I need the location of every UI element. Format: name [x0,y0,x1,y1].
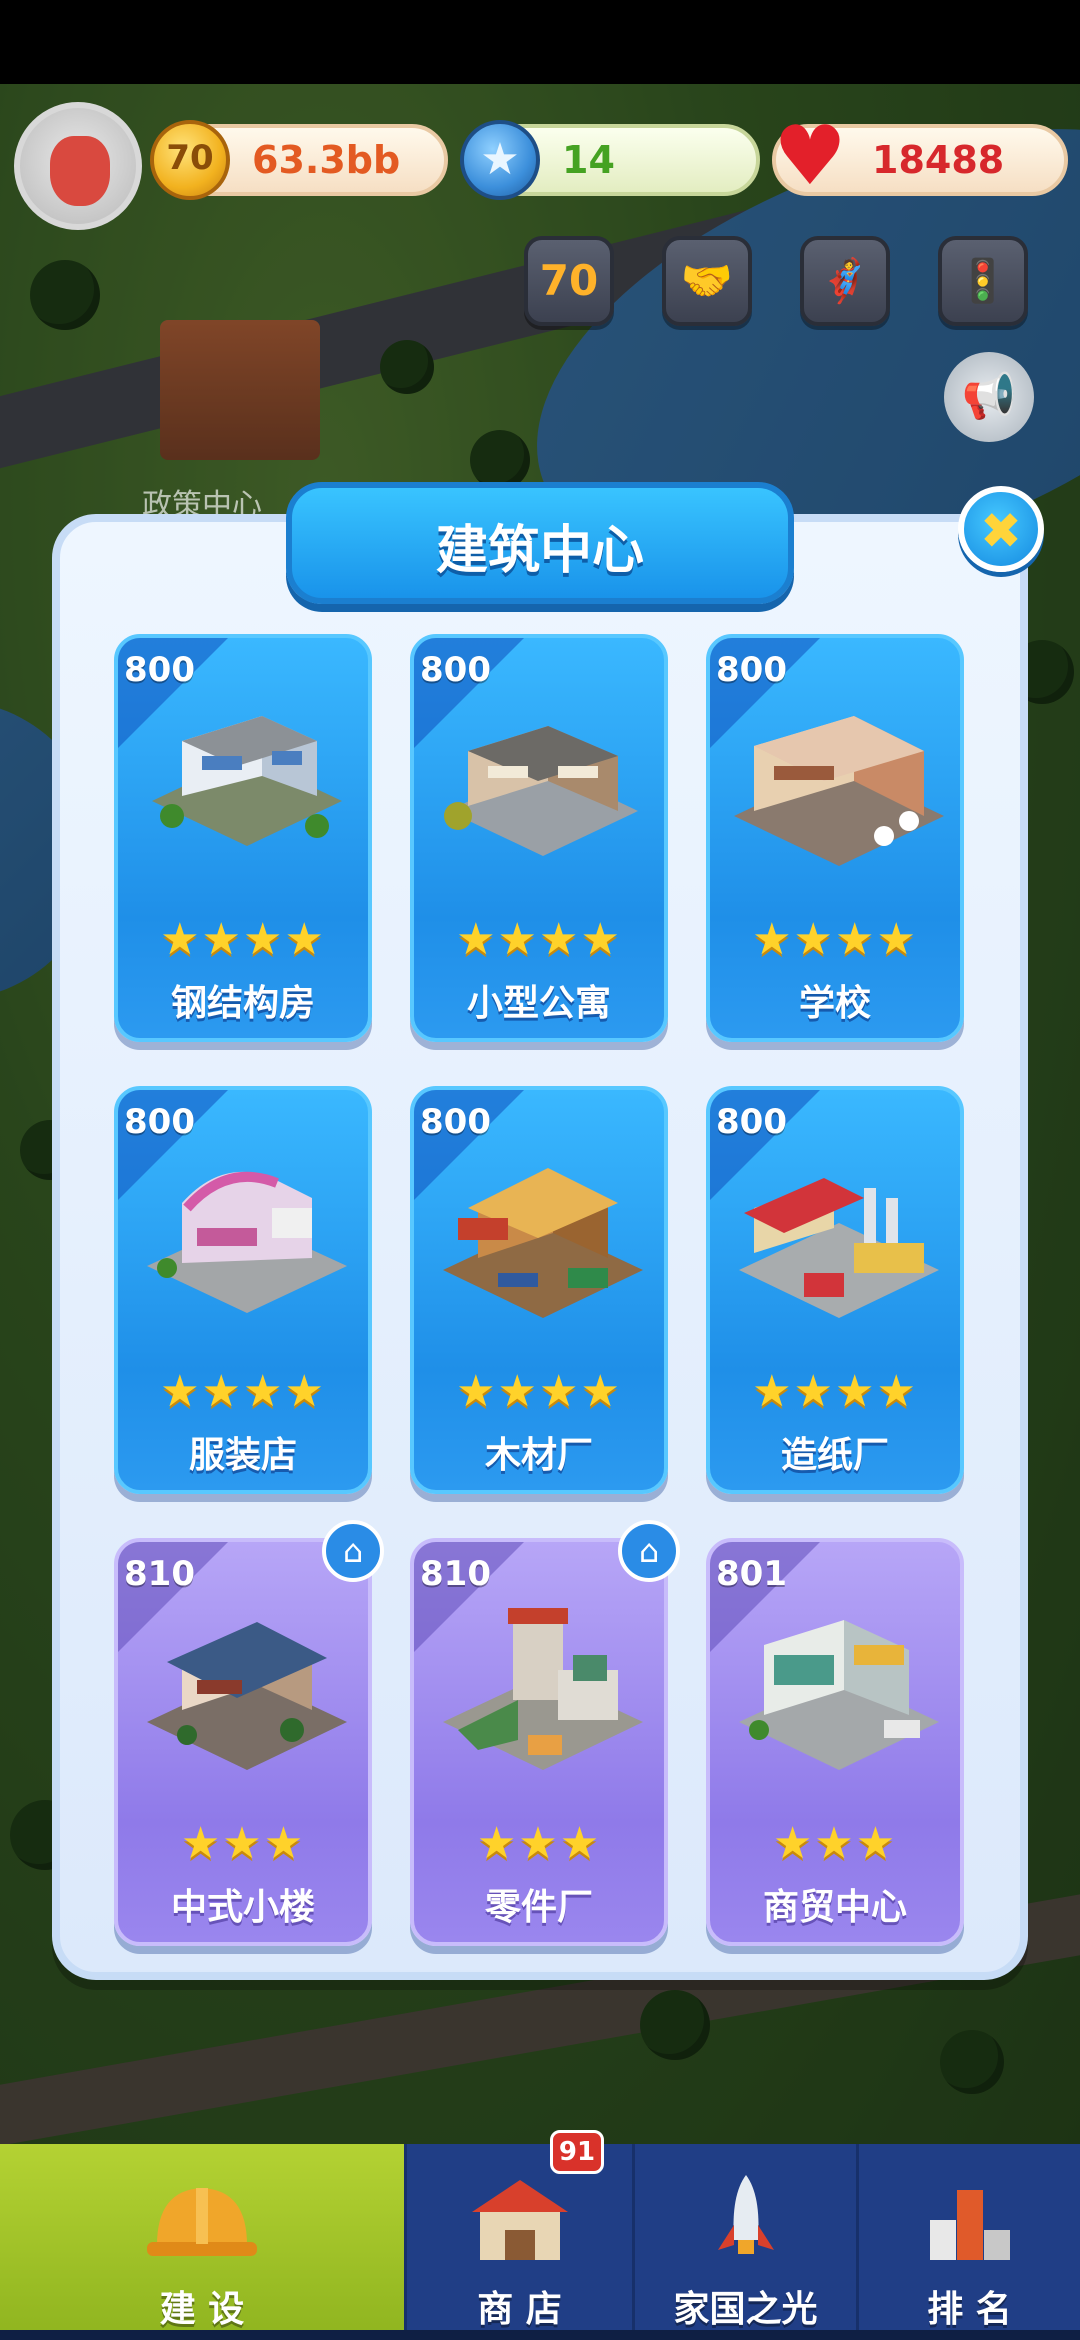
building-card[interactable]: 810 ★★★ 零件厂 [410,1538,668,1946]
star-rating: ★★★ [476,1818,602,1869]
star-rating: ★★★ [772,1818,898,1869]
anniversary-70-button[interactable]: 70 [524,236,614,326]
traffic-light-button[interactable]: 🚦 [938,236,1028,326]
building-level: 800 [124,1102,195,1142]
building-card[interactable]: 801 ★★★ 商贸中心 [706,1538,964,1946]
megaphone-button[interactable]: 📢 [944,352,1034,442]
building-card[interactable]: 800 ★★★★ 钢结构房 [114,634,372,1042]
building-level: 800 [716,650,787,690]
building-name: 服装店 [188,1435,297,1476]
tab-label: 家国之光 [673,2289,818,2330]
tab-label: 建 设 [159,2289,245,2330]
gems-counter[interactable]: ★ 14 [460,120,760,200]
gems-value: 14 [562,138,615,182]
heart-icon: ♥ [773,109,847,204]
tab-label: 商 店 [477,2289,562,2330]
character-button[interactable]: 🦸 [800,236,890,326]
coin-icon-text: 70 [166,138,214,178]
handshake-button[interactable]: 🤝 [662,236,752,326]
building-card[interactable]: 800 ★★★★ 造纸厂 [706,1086,964,1494]
building-name: 商贸中心 [762,1887,907,1928]
traffic-light-icon: 🚦 [956,256,1010,305]
building-level: 800 [420,1102,491,1142]
clothing-store-building-image [147,1171,347,1313]
building-card[interactable]: 810 ★★★ 中式小楼 [114,1538,372,1946]
hearts-value: 18488 [872,138,1005,182]
star-rating: ★★★★ [456,1366,622,1417]
star-gem-icon: ★ [460,120,540,200]
megaphone-icon: 📢 [961,371,1017,422]
steel-house-building-image [152,716,342,846]
hearts-counter[interactable]: ♥ 18488 [772,116,1068,198]
tab-build[interactable]: 建 设 [0,2144,404,2340]
anniversary-70-icon: 70 [539,256,599,305]
rocket-icon [717,2175,774,2254]
star-rating: ★★★★ [752,1366,918,1417]
building-name: 小型公寓 [466,983,611,1024]
building-card[interactable]: 800 ★★★★ 小型公寓 [410,634,668,1042]
paper-mill-building-image [739,1178,939,1318]
shop-icon [471,2180,568,2260]
tab-shop[interactable]: 商 店 [404,2144,632,2340]
player-avatar[interactable] [14,102,142,230]
building-level: 800 [716,1102,787,1142]
character-icon: 🦸 [818,256,872,305]
parts-factory-building-image [443,1608,643,1770]
building-name: 中式小楼 [170,1887,315,1928]
close-icon: ✖ [980,502,1022,560]
coins-value: 63.3bb [252,138,401,182]
building-level: 800 [420,650,491,690]
tab-label: 排 名 [927,2289,1012,2330]
trade-center-building-image [739,1620,939,1770]
close-button[interactable]: ✖ [958,486,1044,572]
lumber-mill-building-image [443,1168,643,1318]
modal-title: 建筑中心 [435,521,644,581]
home-icon: ⌂ [342,1532,364,1570]
star-rating: ★★★★ [752,914,918,965]
building-level: 801 [716,1554,787,1594]
tab-homeland-light[interactable]: 家国之光 [632,2144,856,2340]
ranking-icon [929,2190,1010,2260]
building-level: 810 [124,1554,195,1594]
status-bar [0,0,1080,84]
building-name: 钢结构房 [170,983,315,1024]
building-card[interactable]: 800 ★★★★ 学校 [706,634,964,1042]
building-card[interactable]: 800 ★★★★ 服装店 [114,1086,372,1494]
coins-counter[interactable]: 70 63.3bb [150,120,448,200]
coin-icon: 70 [150,120,230,200]
star-rating: ★★★★ [160,914,326,965]
building-name: 造纸厂 [780,1435,889,1476]
tab-ranking[interactable]: 排 名 [856,2144,1080,2340]
shop-notification-badge: 91 [550,2130,604,2174]
hard-hat-icon [147,2188,257,2256]
small-apartment-building-image [444,726,638,856]
star-rating: ★★★★ [160,1366,326,1417]
avatar-figure [50,136,110,206]
building-level: 810 [420,1554,491,1594]
modal-title-bar: 建筑中心 [286,482,794,604]
star-rating: ★★★ [180,1818,306,1869]
school-building-image [734,716,944,866]
chinese-house-building-image [147,1622,347,1770]
home-icon: ⌂ [638,1532,660,1570]
bottom-strip [0,2330,1080,2340]
star-rating: ★★★★ [456,914,622,965]
building-card[interactable]: 800 ★★★★ 木材厂 [410,1086,668,1494]
home-badge: ⌂ [322,1520,384,1582]
building-level: 800 [124,650,195,690]
building-name: 木材厂 [484,1435,593,1476]
building-name: 学校 [798,983,871,1024]
handshake-icon: 🤝 [680,256,734,305]
building-name: 零件厂 [484,1887,593,1928]
home-badge: ⌂ [618,1520,680,1582]
